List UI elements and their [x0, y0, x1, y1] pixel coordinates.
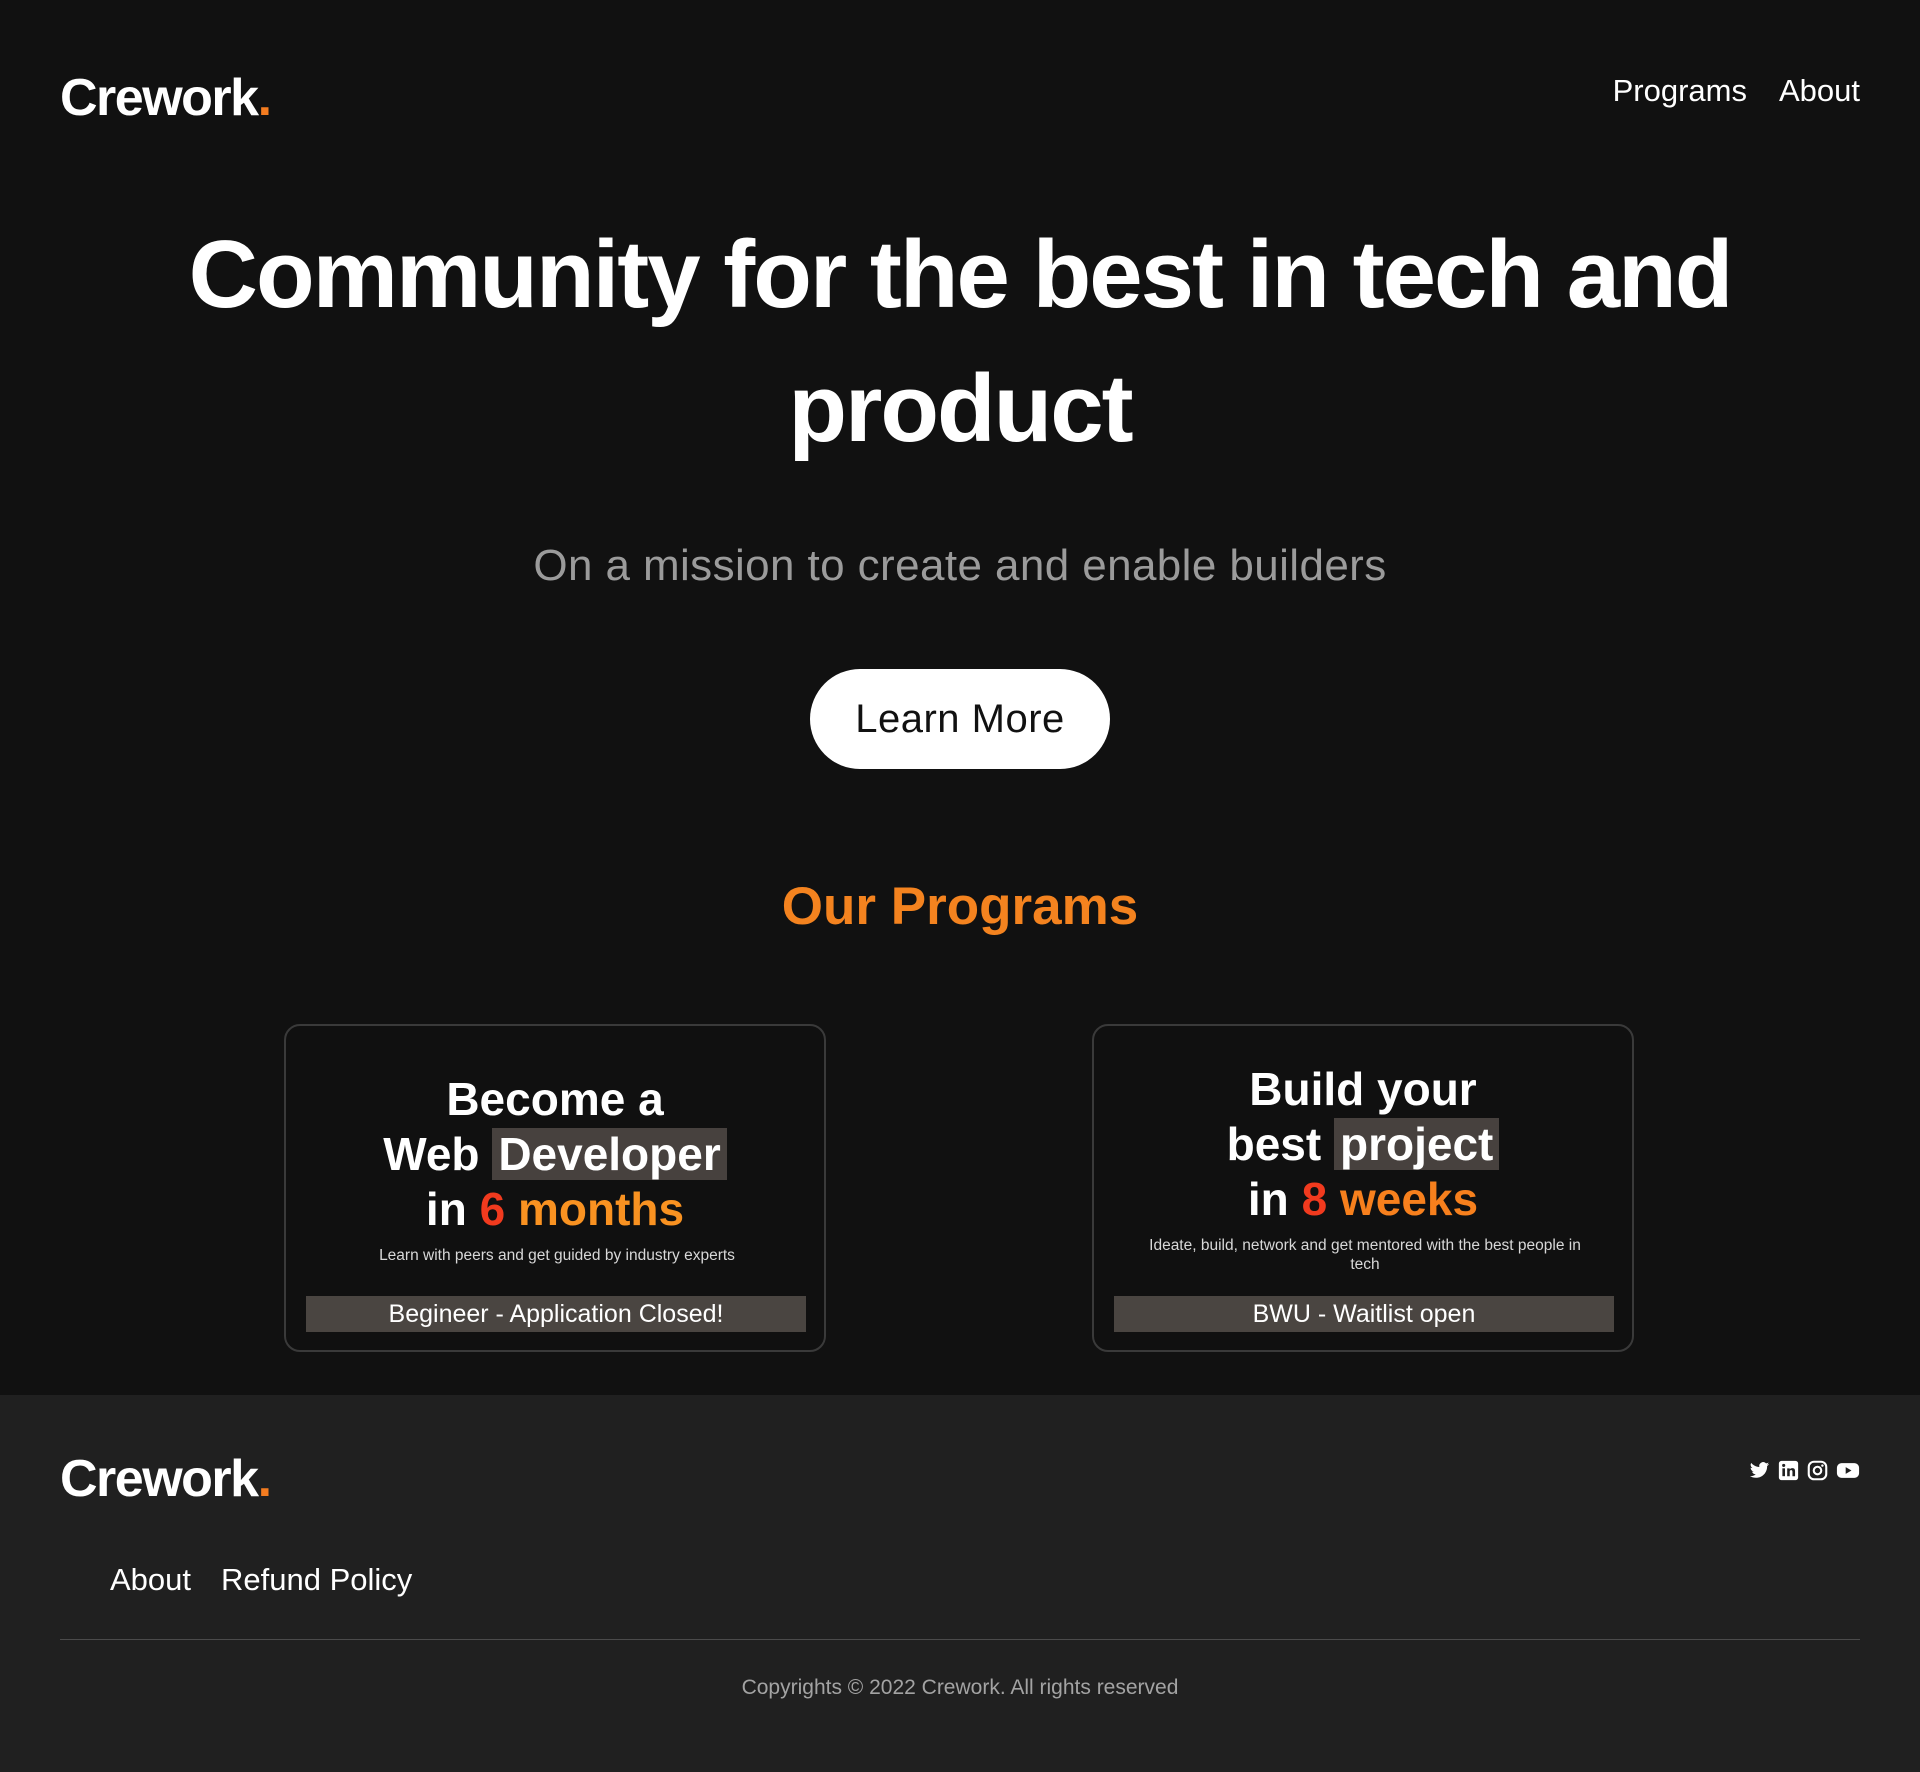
social-links	[1749, 1460, 1860, 1481]
logo-text: Crework	[60, 69, 259, 127]
headline-prefix: in	[425, 1183, 467, 1235]
footer-logo[interactable]: Crework.	[60, 1450, 272, 1508]
headline-prefix: in	[1247, 1173, 1289, 1225]
headline-number: 8	[1301, 1173, 1328, 1225]
youtube-icon[interactable]	[1836, 1460, 1860, 1481]
nav-link-programs[interactable]: Programs	[1613, 72, 1747, 109]
hero-subtitle: On a mission to create and enable builde…	[533, 541, 1387, 590]
logo[interactable]: Crework.	[60, 69, 272, 127]
main-nav: Programs About	[1613, 72, 1860, 109]
headline-line-3: in 6 months	[286, 1182, 824, 1237]
program-card-status: BWU - Waitlist open	[1114, 1296, 1614, 1332]
footer-links: About Refund Policy	[110, 1560, 412, 1600]
program-card-description: Learn with peers and get guided by indus…	[379, 1247, 735, 1264]
linkedin-icon[interactable]	[1778, 1460, 1799, 1481]
site-footer: Crework. About Refund Policy Copyrights …	[0, 1395, 1920, 1772]
program-card-web-developer[interactable]: Become a Web Developer in 6 months Learn…	[284, 1024, 826, 1352]
hero-title: Community for the best in tech and produ…	[0, 208, 1920, 476]
instagram-icon[interactable]	[1807, 1460, 1828, 1481]
footer-divider	[60, 1639, 1860, 1640]
headline-plain-word: Web	[383, 1128, 480, 1180]
program-card-build-project[interactable]: Build your best project in 8 weeks Ideat…	[1092, 1024, 1634, 1352]
headline-line-2: best project	[1094, 1117, 1632, 1172]
logo-dot: .	[257, 1450, 272, 1508]
headline-duration-word: months	[517, 1183, 685, 1235]
page: Crework. Programs About Community for th…	[0, 0, 1920, 1772]
headline-line-1: Build your	[1249, 1063, 1477, 1115]
footer-link-refund-policy[interactable]: Refund Policy	[221, 1560, 412, 1600]
program-card-status: Begineer - Application Closed!	[306, 1296, 806, 1332]
programs-section-title: Our Programs	[781, 877, 1139, 936]
headline-highlight-word: Developer	[492, 1128, 727, 1180]
copyright-text: Copyrights © 2022 Crework. All rights re…	[741, 1676, 1179, 1699]
headline-line-2: Web Developer	[286, 1127, 824, 1182]
nav-link-about[interactable]: About	[1779, 72, 1860, 109]
program-card-headline: Become a Web Developer in 6 months	[286, 1072, 824, 1237]
site-header: Crework. Programs About	[0, 0, 1920, 170]
learn-more-button[interactable]: Learn More	[810, 669, 1110, 769]
program-card-description: Ideate, build, network and get mentored …	[1149, 1237, 1581, 1273]
footer-link-about[interactable]: About	[110, 1560, 191, 1600]
headline-number: 6	[479, 1183, 506, 1235]
headline-highlight-word: project	[1334, 1118, 1500, 1170]
logo-dot: .	[257, 69, 272, 127]
headline-line-1: Become a	[446, 1073, 664, 1125]
logo-text: Crework	[60, 1450, 259, 1508]
program-card-headline: Build your best project in 8 weeks	[1094, 1062, 1632, 1227]
headline-duration-word: weeks	[1339, 1173, 1479, 1225]
hero-title-line-2: product	[788, 355, 1133, 462]
headline-plain-word: best	[1226, 1118, 1322, 1170]
headline-line-3: in 8 weeks	[1094, 1172, 1632, 1227]
twitter-icon[interactable]	[1749, 1460, 1770, 1481]
hero-title-line-1: Community for the best in tech and	[188, 221, 1734, 328]
